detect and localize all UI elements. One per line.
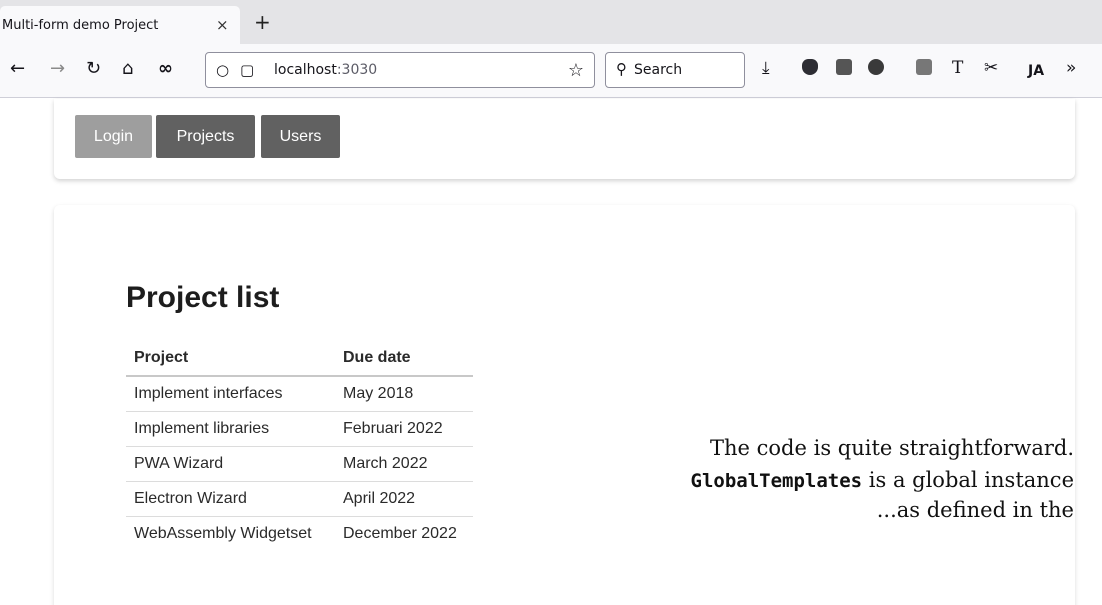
tab-title: Multi-form demo Project: [2, 17, 159, 33]
new-tab-icon[interactable]: +: [254, 12, 271, 32]
url-text[interactable]: localhost:3030: [274, 62, 377, 78]
url-host: localhost: [274, 62, 337, 78]
shield-icon[interactable]: ○: [216, 61, 229, 79]
url-bar[interactable]: ○ ▢ localhost:3030 ☆: [205, 52, 595, 88]
table-row[interactable]: Electron Wizard April 2022: [126, 481, 473, 517]
table-header-row: Project Due date: [126, 340, 473, 377]
project-name: PWA Wizard: [126, 446, 335, 482]
project-name: Implement libraries: [126, 411, 335, 447]
search-placeholder: Search: [634, 62, 683, 78]
close-icon[interactable]: ×: [216, 16, 229, 34]
reload-icon[interactable]: ↻: [86, 59, 101, 79]
overflow-icon[interactable]: »: [1066, 58, 1076, 78]
url-port: :3030: [336, 62, 378, 78]
ublock-extension-icon[interactable]: [802, 59, 818, 75]
project-name: Electron Wizard: [126, 481, 335, 517]
project-table: Project Due date Implement interfaces Ma…: [126, 340, 473, 551]
caption-line-1: The code is quite straightforward.: [710, 436, 1074, 460]
infinity-icon[interactable]: ∞: [158, 59, 173, 79]
table-row[interactable]: WebAssembly Widgetset December 2022: [126, 516, 473, 551]
column-header-due-date: Due date: [335, 340, 473, 377]
project-name: Implement interfaces: [126, 376, 335, 412]
extension-icon[interactable]: [916, 59, 932, 75]
table-row[interactable]: PWA Wizard March 2022: [126, 446, 473, 482]
table-row[interactable]: Implement interfaces May 2018: [126, 376, 473, 412]
caption-text: is a global instance: [862, 468, 1074, 492]
due-date: March 2022: [335, 446, 473, 482]
column-header-project: Project: [126, 340, 335, 377]
code-snippet: GlobalTemplates: [690, 470, 863, 492]
page-title: Project list: [126, 281, 280, 314]
forward-icon[interactable]: →: [50, 59, 65, 79]
login-button[interactable]: Login: [75, 115, 152, 158]
tab-strip: Multi-form demo Project × +: [0, 0, 1102, 44]
users-button[interactable]: Users: [261, 115, 340, 158]
due-date: April 2022: [335, 481, 473, 517]
extension-icon[interactable]: [836, 59, 852, 75]
download-icon[interactable]: ⤓: [762, 58, 770, 78]
back-icon[interactable]: ←: [10, 59, 25, 79]
due-date: May 2018: [335, 376, 473, 412]
bookmark-star-icon[interactable]: ☆: [568, 60, 584, 81]
caption-line-2: GlobalTemplates is a global instance: [691, 468, 1074, 492]
extension-icon[interactable]: [868, 59, 884, 75]
tools-extension-icon[interactable]: ✂: [984, 58, 998, 78]
nav-bar: ← → ↻ ⌂ ∞ ○ ▢ localhost:3030 ☆ ⚲ Search …: [0, 44, 1102, 98]
due-date: December 2022: [343, 524, 457, 542]
page-icon: ▢: [240, 61, 255, 79]
home-icon[interactable]: ⌂: [122, 59, 133, 79]
table-row[interactable]: Implement libraries Februari 2022: [126, 411, 473, 447]
browser-tab[interactable]: Multi-form demo Project ×: [0, 6, 240, 44]
project-name: WebAssembly Widgetset: [134, 524, 312, 542]
search-icon: ⚲: [616, 60, 627, 78]
due-date: Februari 2022: [335, 411, 473, 447]
text-extension-icon[interactable]: T: [952, 58, 963, 78]
caption-line-3: ...as defined in the: [876, 498, 1074, 522]
page-content: Login Projects Users Project list Projec…: [0, 99, 1102, 605]
projects-button[interactable]: Projects: [156, 115, 255, 158]
search-input[interactable]: ⚲ Search: [605, 52, 745, 88]
project-list-card: Project list Project Due date Implement …: [54, 205, 1075, 605]
top-nav-card: Login Projects Users: [54, 99, 1075, 179]
js-extension-icon[interactable]: JA: [1028, 61, 1044, 81]
